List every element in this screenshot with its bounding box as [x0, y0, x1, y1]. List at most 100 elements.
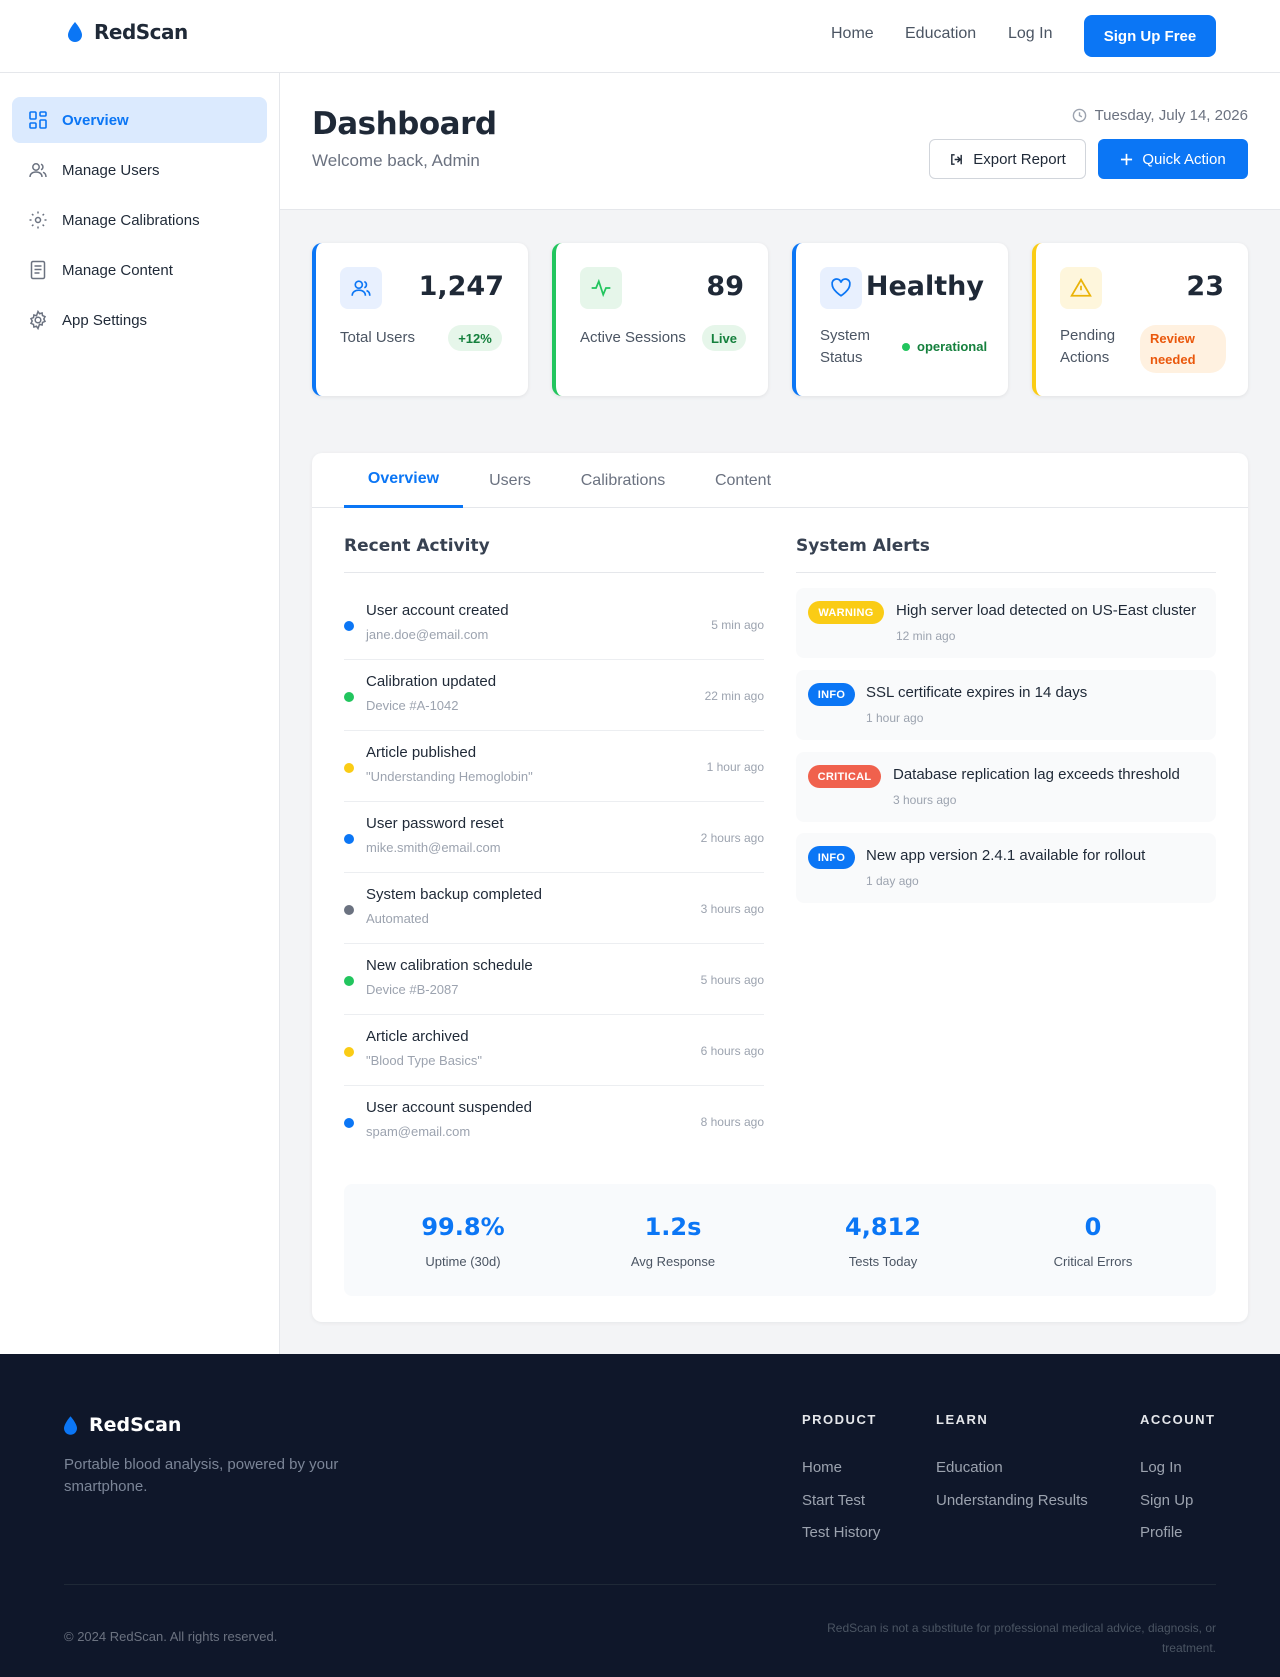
- stat-label: Pending Actions: [1060, 327, 1116, 366]
- footer-link-profile[interactable]: Profile: [1140, 1524, 1183, 1541]
- users-icon: [340, 267, 382, 309]
- activity-item[interactable]: New calibration schedule Device #B-2087 …: [344, 944, 764, 1015]
- activity-detail: "Blood Type Basics": [366, 1053, 482, 1068]
- copyright: © 2024 RedScan. All rights reserved.: [64, 1629, 278, 1644]
- quick-action-button[interactable]: Quick Action: [1098, 139, 1248, 179]
- users-icon: [29, 163, 47, 178]
- sidebar-item-manage-users[interactable]: Manage Users: [12, 147, 267, 193]
- sidebar-item-manage-calibrations[interactable]: Manage Calibrations: [12, 197, 267, 243]
- alert-item[interactable]: WARNING High server load detected on US-…: [796, 588, 1216, 658]
- footer-link-test-history[interactable]: Test History: [802, 1524, 880, 1541]
- dashboard-panel: Overview Users Calibrations Content Rece…: [312, 453, 1248, 1322]
- sidebar-item-label: Manage Content: [62, 261, 173, 279]
- metric-label: Avg Response: [630, 1254, 716, 1269]
- gear-icon: [29, 310, 47, 330]
- footer-tagline: Portable blood analysis, powered by your…: [64, 1456, 339, 1495]
- footer-link-signup[interactable]: Sign Up: [1140, 1492, 1193, 1509]
- activity-time: 5 hours ago: [700, 973, 764, 987]
- footer-brand[interactable]: RedScan: [64, 1414, 181, 1436]
- sidebar-item-manage-content[interactable]: Manage Content: [12, 247, 267, 293]
- export-report-button[interactable]: Export Report: [929, 139, 1086, 179]
- activity-title: Article archived: [366, 1028, 469, 1045]
- status-dot: [344, 1118, 354, 1128]
- alert-item[interactable]: INFO New app version 2.4.1 available for…: [796, 833, 1216, 903]
- footer: RedScan Portable blood analysis, powered…: [0, 1354, 1280, 1677]
- stat-value: Healthy: [865, 271, 984, 302]
- activity-item[interactable]: User password reset mike.smith@email.com…: [344, 802, 764, 873]
- activity-detail: "Understanding Hemoglobin": [366, 769, 533, 784]
- activity-item[interactable]: System backup completed Automated 3 hour…: [344, 873, 764, 944]
- grid-icon: [29, 111, 47, 129]
- nav-link-education[interactable]: Education: [905, 25, 976, 43]
- stat-label: System Status: [820, 327, 871, 366]
- alert-time: 3 hours ago: [893, 793, 957, 807]
- tab-bar: Overview Users Calibrations Content: [312, 453, 1248, 508]
- footer-brand-name: RedScan: [89, 1414, 182, 1436]
- document-icon: [30, 260, 46, 280]
- metric-label: Uptime (30d): [425, 1254, 501, 1269]
- brand-logo[interactable]: RedScan: [68, 20, 188, 44]
- activity-title: User password reset: [366, 815, 504, 832]
- activity-detail: Automated: [366, 911, 429, 926]
- plus-icon: [1121, 153, 1133, 165]
- live-badge: Live: [702, 325, 746, 351]
- activity-detail: Device #A-1042: [366, 698, 459, 713]
- footer-link-home[interactable]: Home: [802, 1459, 842, 1476]
- alert-title: Database replication lag exceeds thresho…: [893, 766, 1180, 783]
- metric-critical-errors: 0 Critical Errors: [988, 1184, 1198, 1296]
- activity-time: 1 hour ago: [706, 760, 764, 774]
- clock-icon: [1072, 108, 1086, 123]
- alert-item[interactable]: INFO SSL certificate expires in 14 days …: [796, 670, 1216, 740]
- footer-link-login[interactable]: Log In: [1140, 1459, 1182, 1476]
- sidebar-item-label: Manage Users: [62, 161, 160, 179]
- status-dot: [344, 763, 354, 773]
- footer-link-start-test[interactable]: Start Test: [802, 1492, 865, 1509]
- activity-title: Calibration updated: [366, 673, 497, 690]
- recent-activity-title: Recent Activity: [344, 536, 490, 556]
- activity-item[interactable]: Article archived "Blood Type Basics" 6 h…: [344, 1015, 764, 1086]
- sidebar-item-label: Overview: [62, 111, 129, 129]
- sun-icon: [29, 211, 47, 229]
- date-text: Tuesday, July 14, 2026: [1094, 107, 1248, 124]
- activity-detail: mike.smith@email.com: [366, 840, 501, 855]
- activity-title: User account suspended: [366, 1099, 532, 1116]
- tab-calibrations[interactable]: Calibrations: [557, 453, 689, 508]
- footer-divider: [64, 1584, 1216, 1585]
- activity-time: 8 hours ago: [700, 1115, 764, 1129]
- medical-disclaimer: RedScan is not a substitute for professi…: [827, 1621, 1216, 1655]
- tab-users[interactable]: Users: [463, 453, 557, 508]
- nav-link-home[interactable]: Home: [831, 25, 874, 43]
- stat-card-active-sessions: 89 Active Sessions Live: [552, 243, 768, 396]
- footer-link-education[interactable]: Education: [936, 1459, 1003, 1476]
- tab-overview[interactable]: Overview: [344, 453, 463, 508]
- activity-detail: spam@email.com: [366, 1124, 471, 1139]
- status-dot: [344, 692, 354, 702]
- stat-card-system-status: Healthy System Status operational: [792, 243, 1008, 396]
- top-navigation: RedScan Home Education Log In Sign Up Fr…: [0, 0, 1280, 73]
- stat-card-total-users: 1,247 Total Users +12%: [312, 243, 528, 396]
- activity-title: Article published: [366, 744, 477, 761]
- sidebar-item-app-settings[interactable]: App Settings: [12, 297, 267, 343]
- activity-item[interactable]: Article published "Understanding Hemoglo…: [344, 731, 764, 802]
- metric-tests-today: 4,812 Tests Today: [778, 1184, 988, 1296]
- activity-item[interactable]: Calibration updated Device #A-1042 22 mi…: [344, 660, 764, 731]
- tab-content[interactable]: Content: [689, 453, 797, 508]
- footer-link-understanding-results[interactable]: Understanding Results: [936, 1492, 1088, 1509]
- status-dot: [344, 976, 354, 986]
- warning-icon: [1060, 267, 1102, 309]
- metric-uptime: 99.8% Uptime (30d): [358, 1184, 568, 1296]
- droplet-icon: [64, 1415, 77, 1435]
- alert-item[interactable]: CRITICAL Database replication lag exceed…: [796, 752, 1216, 822]
- nav-link-login[interactable]: Log In: [1008, 25, 1052, 43]
- divider: [796, 572, 1216, 573]
- page-title: Dashboard: [312, 106, 497, 142]
- signup-button[interactable]: Sign Up Free: [1084, 15, 1216, 57]
- sidebar: Overview Manage Users Manage Calibration…: [0, 73, 280, 1354]
- metric-avg-response: 1.2s Avg Response: [568, 1184, 778, 1296]
- sidebar-item-overview[interactable]: Overview: [12, 97, 267, 143]
- page-header: Dashboard Welcome back, Admin Tuesday, J…: [280, 73, 1280, 210]
- activity-detail: jane.doe@email.com: [366, 627, 489, 642]
- activity-title: New calibration schedule: [366, 957, 533, 974]
- activity-item[interactable]: User account suspended spam@email.com 8 …: [344, 1086, 764, 1157]
- activity-item[interactable]: User account created jane.doe@email.com …: [344, 589, 764, 660]
